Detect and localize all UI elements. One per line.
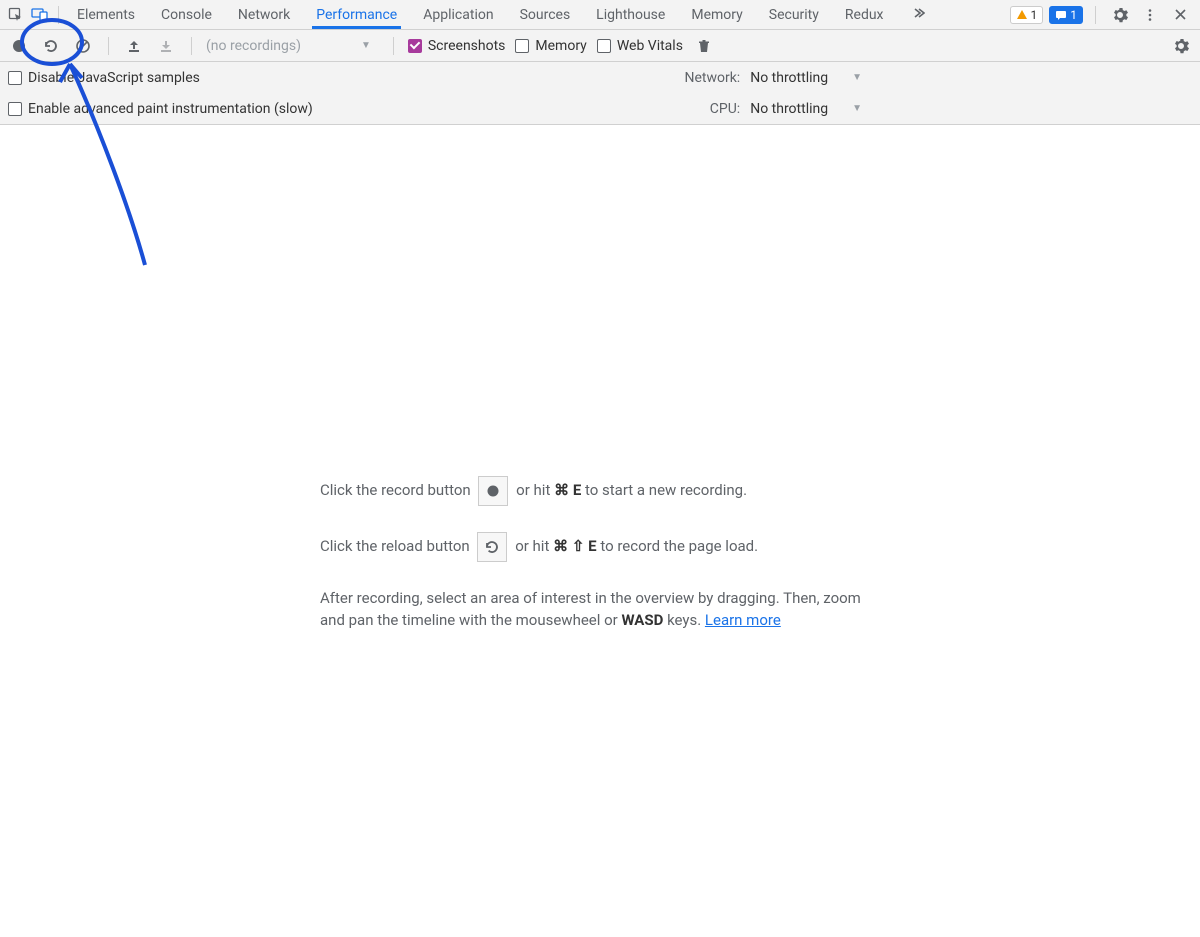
checkbox-icon (8, 71, 22, 85)
network-label: Network: (684, 70, 740, 86)
more-tabs-icon[interactable] (906, 1, 930, 25)
network-throttling-select[interactable]: No throttling (750, 70, 828, 86)
checkbox-icon (515, 39, 529, 53)
memory-label: Memory (535, 38, 586, 54)
divider (393, 37, 394, 55)
tabstrip-right: 1 1 (1010, 3, 1193, 27)
download-icon[interactable] (155, 35, 177, 57)
device-toggle-icon[interactable] (28, 3, 52, 27)
kebab-menu-icon[interactable] (1138, 3, 1162, 27)
recordings-dropdown[interactable]: (no recordings) (206, 38, 301, 54)
messages-badge[interactable]: 1 (1049, 6, 1083, 24)
empty-state-text: Click the record button or hit ⌘ E to st… (320, 476, 880, 632)
options-row-2: Enable advanced paint instrumentation (s… (0, 93, 1200, 124)
trash-icon[interactable] (693, 35, 715, 57)
tab-redux[interactable]: Redux (841, 1, 888, 29)
divider (58, 6, 59, 24)
chevron-down-icon[interactable]: ▼ (852, 103, 862, 114)
web-vitals-label: Web Vitals (617, 38, 683, 54)
devtools-tabstrip: Elements Console Network Performance App… (0, 0, 1200, 30)
divider (1095, 6, 1096, 24)
learn-more-link[interactable]: Learn more (705, 611, 781, 629)
tab-sources[interactable]: Sources (516, 1, 575, 29)
enable-paint-label: Enable advanced paint instrumentation (s… (28, 101, 313, 117)
panel-tabs: Elements Console Network Performance App… (73, 1, 1010, 29)
tab-security[interactable]: Security (765, 1, 823, 29)
options-row-1: Disable JavaScript samples Network: No t… (0, 62, 1200, 93)
screenshots-label: Screenshots (428, 38, 506, 54)
tab-application[interactable]: Application (419, 1, 497, 29)
memory-checkbox[interactable]: Memory (515, 38, 586, 54)
enable-paint-checkbox[interactable]: Enable advanced paint instrumentation (s… (8, 101, 313, 117)
reload-icon (477, 532, 507, 562)
hint-reload: Click the reload button or hit ⌘ ⇧ E to … (320, 532, 880, 562)
shortcut-keys: ⌘ ⇧ E (553, 537, 596, 555)
upload-icon[interactable] (123, 35, 145, 57)
chevron-down-icon[interactable]: ▼ (361, 40, 371, 51)
tab-lighthouse[interactable]: Lighthouse (592, 1, 669, 29)
messages-count: 1 (1070, 8, 1077, 22)
capture-settings-gear-icon[interactable] (1170, 35, 1192, 57)
clear-button[interactable] (72, 35, 94, 57)
screenshots-checkbox[interactable]: Screenshots (408, 38, 506, 54)
disable-js-checkbox[interactable]: Disable JavaScript samples (8, 70, 200, 86)
chevron-down-icon[interactable]: ▼ (852, 72, 862, 83)
record-icon (478, 476, 508, 506)
disable-js-label: Disable JavaScript samples (28, 70, 200, 86)
warnings-count: 1 (1031, 8, 1038, 22)
tab-console[interactable]: Console (157, 1, 216, 29)
settings-gear-icon[interactable] (1108, 3, 1132, 27)
checkbox-icon (597, 39, 611, 53)
tab-network[interactable]: Network (234, 1, 294, 29)
reload-record-button[interactable] (40, 35, 62, 57)
inspect-icon[interactable] (4, 3, 28, 27)
checkbox-icon (8, 102, 22, 116)
cpu-label: CPU: (710, 101, 740, 117)
tab-elements[interactable]: Elements (73, 1, 139, 29)
empty-state: Click the record button or hit ⌘ E to st… (0, 126, 1200, 937)
performance-toolbar: (no recordings) ▼ Screenshots Memory Web… (0, 30, 1200, 62)
tab-memory[interactable]: Memory (687, 1, 746, 29)
hint-after: After recording, select an area of inter… (320, 588, 880, 632)
hint-record: Click the record button or hit ⌘ E to st… (320, 476, 880, 506)
record-button[interactable] (8, 35, 30, 57)
capture-options: Disable JavaScript samples Network: No t… (0, 62, 1200, 125)
cpu-throttling-select[interactable]: No throttling (750, 101, 828, 117)
divider (108, 37, 109, 55)
divider (191, 37, 192, 55)
checkbox-icon (408, 39, 422, 53)
web-vitals-checkbox[interactable]: Web Vitals (597, 38, 683, 54)
tab-performance[interactable]: Performance (312, 1, 401, 29)
warnings-badge[interactable]: 1 (1010, 6, 1044, 24)
shortcut-keys: ⌘ E (554, 481, 581, 499)
close-devtools-icon[interactable] (1168, 3, 1192, 27)
